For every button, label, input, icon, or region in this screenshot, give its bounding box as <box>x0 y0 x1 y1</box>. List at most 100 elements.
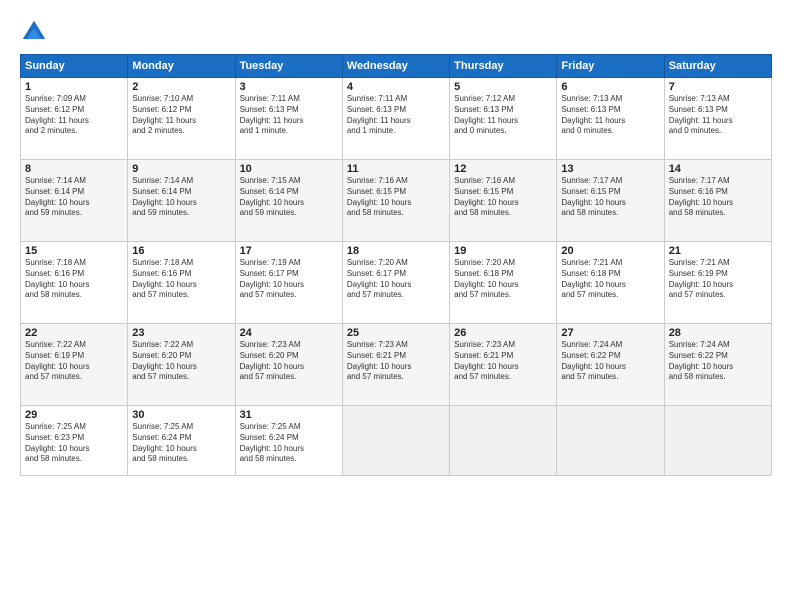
day-number: 13 <box>561 163 659 175</box>
calendar-cell: 15Sunrise: 7:18 AM Sunset: 6:16 PM Dayli… <box>21 242 128 324</box>
day-info: Sunrise: 7:18 AM Sunset: 6:16 PM Dayligh… <box>132 258 230 301</box>
day-info: Sunrise: 7:14 AM Sunset: 6:14 PM Dayligh… <box>25 176 123 219</box>
day-info: Sunrise: 7:20 AM Sunset: 6:18 PM Dayligh… <box>454 258 552 301</box>
day-number: 2 <box>132 81 230 93</box>
day-number: 22 <box>25 327 123 339</box>
day-info: Sunrise: 7:24 AM Sunset: 6:22 PM Dayligh… <box>561 340 659 383</box>
calendar-cell: 12Sunrise: 7:16 AM Sunset: 6:15 PM Dayli… <box>450 160 557 242</box>
day-number: 17 <box>240 245 338 257</box>
day-info: Sunrise: 7:13 AM Sunset: 6:13 PM Dayligh… <box>561 94 659 137</box>
calendar-cell: 10Sunrise: 7:15 AM Sunset: 6:14 PM Dayli… <box>235 160 342 242</box>
logo <box>20 18 52 46</box>
day-info: Sunrise: 7:14 AM Sunset: 6:14 PM Dayligh… <box>132 176 230 219</box>
calendar-cell <box>664 406 771 476</box>
calendar-cell: 28Sunrise: 7:24 AM Sunset: 6:22 PM Dayli… <box>664 324 771 406</box>
day-number: 27 <box>561 327 659 339</box>
day-number: 24 <box>240 327 338 339</box>
day-number: 8 <box>25 163 123 175</box>
day-number: 16 <box>132 245 230 257</box>
weekday-header-saturday: Saturday <box>664 55 771 78</box>
day-info: Sunrise: 7:11 AM Sunset: 6:13 PM Dayligh… <box>240 94 338 137</box>
day-number: 11 <box>347 163 445 175</box>
day-info: Sunrise: 7:10 AM Sunset: 6:12 PM Dayligh… <box>132 94 230 137</box>
day-number: 26 <box>454 327 552 339</box>
day-number: 9 <box>132 163 230 175</box>
day-number: 3 <box>240 81 338 93</box>
calendar-cell: 19Sunrise: 7:20 AM Sunset: 6:18 PM Dayli… <box>450 242 557 324</box>
weekday-header-tuesday: Tuesday <box>235 55 342 78</box>
calendar-cell: 20Sunrise: 7:21 AM Sunset: 6:18 PM Dayli… <box>557 242 664 324</box>
calendar-cell: 9Sunrise: 7:14 AM Sunset: 6:14 PM Daylig… <box>128 160 235 242</box>
calendar-cell: 18Sunrise: 7:20 AM Sunset: 6:17 PM Dayli… <box>342 242 449 324</box>
day-info: Sunrise: 7:23 AM Sunset: 6:21 PM Dayligh… <box>347 340 445 383</box>
calendar-week-row: 22Sunrise: 7:22 AM Sunset: 6:19 PM Dayli… <box>21 324 772 406</box>
day-info: Sunrise: 7:24 AM Sunset: 6:22 PM Dayligh… <box>669 340 767 383</box>
day-info: Sunrise: 7:25 AM Sunset: 6:23 PM Dayligh… <box>25 422 123 465</box>
day-number: 23 <box>132 327 230 339</box>
weekday-header-sunday: Sunday <box>21 55 128 78</box>
day-info: Sunrise: 7:22 AM Sunset: 6:20 PM Dayligh… <box>132 340 230 383</box>
day-info: Sunrise: 7:17 AM Sunset: 6:16 PM Dayligh… <box>669 176 767 219</box>
calendar-cell: 6Sunrise: 7:13 AM Sunset: 6:13 PM Daylig… <box>557 78 664 160</box>
day-number: 20 <box>561 245 659 257</box>
day-number: 18 <box>347 245 445 257</box>
day-info: Sunrise: 7:21 AM Sunset: 6:18 PM Dayligh… <box>561 258 659 301</box>
calendar-cell: 29Sunrise: 7:25 AM Sunset: 6:23 PM Dayli… <box>21 406 128 476</box>
day-info: Sunrise: 7:17 AM Sunset: 6:15 PM Dayligh… <box>561 176 659 219</box>
day-number: 5 <box>454 81 552 93</box>
calendar-cell: 11Sunrise: 7:16 AM Sunset: 6:15 PM Dayli… <box>342 160 449 242</box>
day-info: Sunrise: 7:23 AM Sunset: 6:21 PM Dayligh… <box>454 340 552 383</box>
calendar-cell <box>342 406 449 476</box>
day-info: Sunrise: 7:23 AM Sunset: 6:20 PM Dayligh… <box>240 340 338 383</box>
calendar-cell: 1Sunrise: 7:09 AM Sunset: 6:12 PM Daylig… <box>21 78 128 160</box>
day-number: 4 <box>347 81 445 93</box>
calendar-cell: 17Sunrise: 7:19 AM Sunset: 6:17 PM Dayli… <box>235 242 342 324</box>
calendar-cell <box>450 406 557 476</box>
day-number: 12 <box>454 163 552 175</box>
calendar-cell: 13Sunrise: 7:17 AM Sunset: 6:15 PM Dayli… <box>557 160 664 242</box>
day-info: Sunrise: 7:11 AM Sunset: 6:13 PM Dayligh… <box>347 94 445 137</box>
calendar-cell <box>557 406 664 476</box>
day-info: Sunrise: 7:09 AM Sunset: 6:12 PM Dayligh… <box>25 94 123 137</box>
day-number: 19 <box>454 245 552 257</box>
calendar-cell: 14Sunrise: 7:17 AM Sunset: 6:16 PM Dayli… <box>664 160 771 242</box>
day-number: 15 <box>25 245 123 257</box>
weekday-header-friday: Friday <box>557 55 664 78</box>
weekday-header-monday: Monday <box>128 55 235 78</box>
day-number: 29 <box>25 409 123 421</box>
calendar-cell: 8Sunrise: 7:14 AM Sunset: 6:14 PM Daylig… <box>21 160 128 242</box>
day-info: Sunrise: 7:16 AM Sunset: 6:15 PM Dayligh… <box>347 176 445 219</box>
day-info: Sunrise: 7:20 AM Sunset: 6:17 PM Dayligh… <box>347 258 445 301</box>
calendar-cell: 16Sunrise: 7:18 AM Sunset: 6:16 PM Dayli… <box>128 242 235 324</box>
day-info: Sunrise: 7:16 AM Sunset: 6:15 PM Dayligh… <box>454 176 552 219</box>
calendar-cell: 4Sunrise: 7:11 AM Sunset: 6:13 PM Daylig… <box>342 78 449 160</box>
day-info: Sunrise: 7:22 AM Sunset: 6:19 PM Dayligh… <box>25 340 123 383</box>
calendar-cell: 31Sunrise: 7:25 AM Sunset: 6:24 PM Dayli… <box>235 406 342 476</box>
day-number: 14 <box>669 163 767 175</box>
day-number: 28 <box>669 327 767 339</box>
day-number: 1 <box>25 81 123 93</box>
day-number: 30 <box>132 409 230 421</box>
calendar-week-row: 1Sunrise: 7:09 AM Sunset: 6:12 PM Daylig… <box>21 78 772 160</box>
page: SundayMondayTuesdayWednesdayThursdayFrid… <box>0 0 792 612</box>
calendar-cell: 22Sunrise: 7:22 AM Sunset: 6:19 PM Dayli… <box>21 324 128 406</box>
calendar-week-row: 29Sunrise: 7:25 AM Sunset: 6:23 PM Dayli… <box>21 406 772 476</box>
calendar-cell: 21Sunrise: 7:21 AM Sunset: 6:19 PM Dayli… <box>664 242 771 324</box>
calendar-cell: 30Sunrise: 7:25 AM Sunset: 6:24 PM Dayli… <box>128 406 235 476</box>
calendar-cell: 27Sunrise: 7:24 AM Sunset: 6:22 PM Dayli… <box>557 324 664 406</box>
weekday-header-wednesday: Wednesday <box>342 55 449 78</box>
day-number: 7 <box>669 81 767 93</box>
weekday-header-thursday: Thursday <box>450 55 557 78</box>
calendar-cell: 2Sunrise: 7:10 AM Sunset: 6:12 PM Daylig… <box>128 78 235 160</box>
day-info: Sunrise: 7:25 AM Sunset: 6:24 PM Dayligh… <box>132 422 230 465</box>
calendar-week-row: 15 Sunrise: 7:18 AM Sunset: 6:16 PM Dayli… <box>21 242 772 324</box>
calendar-table: SundayMondayTuesdayWednesdayThursdayFrid… <box>20 54 772 476</box>
day-info: Sunrise: 7:19 AM Sunset: 6:17 PM Dayligh… <box>240 258 338 301</box>
day-number: 25 <box>347 327 445 339</box>
calendar-cell: 23Sunrise: 7:22 AM Sunset: 6:20 PM Dayli… <box>128 324 235 406</box>
header <box>20 18 772 46</box>
calendar-cell: 5Sunrise: 7:12 AM Sunset: 6:13 PM Daylig… <box>450 78 557 160</box>
day-info: Sunrise: 7:25 AM Sunset: 6:24 PM Dayligh… <box>240 422 338 465</box>
calendar-cell: 7Sunrise: 7:13 AM Sunset: 6:13 PM Daylig… <box>664 78 771 160</box>
calendar-cell: 26Sunrise: 7:23 AM Sunset: 6:21 PM Dayli… <box>450 324 557 406</box>
